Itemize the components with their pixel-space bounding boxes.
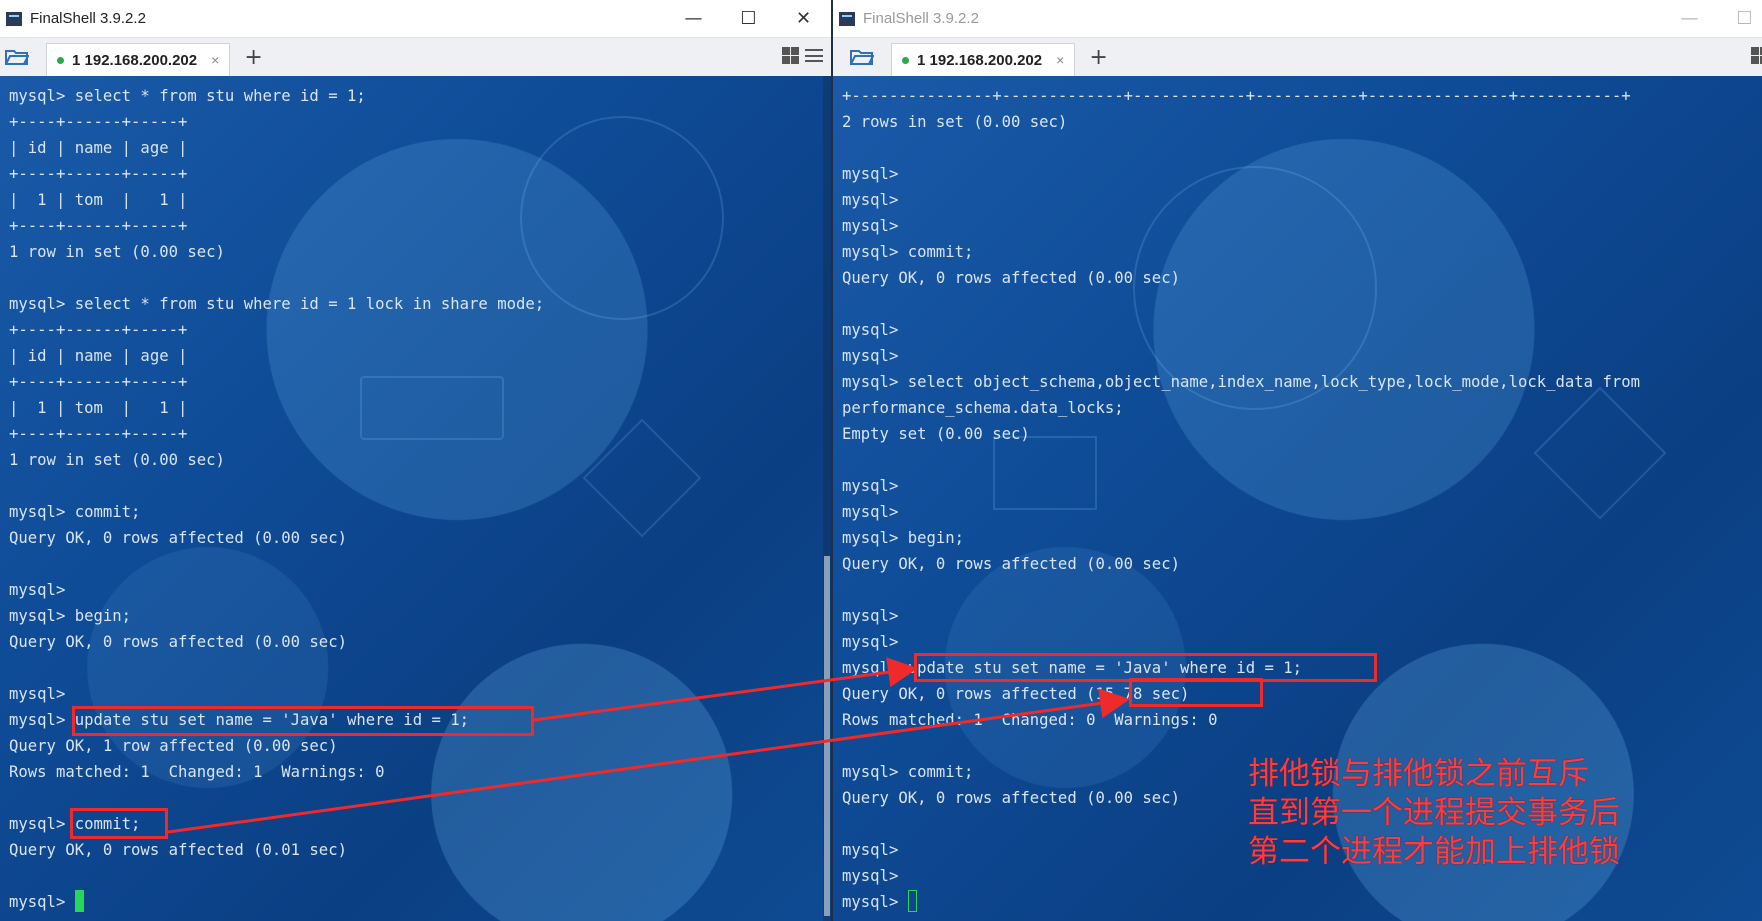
annotation-note: 排他锁与排他锁之前互斥 直到第一个进程提交事务后 第二个进程才能加上排他锁	[1248, 755, 1620, 872]
terminal-line: mysql> commit;	[842, 763, 974, 781]
terminal-line: mysql>	[842, 893, 908, 911]
terminal-cursor	[907, 890, 917, 912]
grid-view-icon[interactable]	[1751, 47, 1762, 64]
terminal-line: mysql> select * from stu where id = 1 lo…	[9, 295, 545, 313]
terminal-line: mysql> commit;	[9, 503, 141, 521]
terminal-line: mysql> select object_schema,object_name,…	[842, 373, 1640, 391]
terminal-line: mysql>	[9, 685, 66, 703]
left-scrollbar-thumb[interactable]	[824, 556, 830, 916]
terminal-line: mysql>	[842, 867, 899, 885]
maximize-button[interactable]: ☐	[1717, 0, 1762, 37]
terminal-line: +----+------+-----+	[9, 165, 188, 183]
terminal-line: Query OK, 0 rows affected (0.00 sec)	[9, 633, 347, 651]
grid-view-icon[interactable]	[782, 47, 799, 64]
folder-icon[interactable]	[845, 38, 879, 76]
add-tab-button[interactable]: +	[1089, 45, 1107, 70]
left-update-highlight	[72, 706, 534, 736]
terminal-line: mysql>	[842, 841, 899, 859]
terminal-line: mysql>	[842, 347, 899, 365]
close-button[interactable]: ✕	[776, 0, 831, 37]
add-tab-button[interactable]: +	[244, 45, 262, 70]
terminal-line: performance_schema.data_locks;	[842, 399, 1124, 417]
finalshell-app-icon	[6, 11, 22, 26]
right-titlebar[interactable]: FinalShell 3.9.2.2 — ☐	[833, 0, 1762, 38]
terminal-line: Query OK, 0 rows affected (0.00 sec)	[842, 789, 1180, 807]
terminal-line: 1 row in set (0.00 sec)	[9, 451, 225, 469]
terminal-line: | id | name | age |	[9, 139, 188, 157]
right-tab-bar: 1 192.168.200.202 × +	[833, 38, 1762, 77]
terminal-line: mysql> select * from stu where id = 1;	[9, 87, 366, 105]
terminal-line: mysql>	[9, 893, 75, 911]
terminal-line: mysql>	[842, 477, 899, 495]
terminal-line: Query OK, 0 rows affected (0.00 sec)	[9, 529, 347, 547]
annotation-line-2: 直到第一个进程提交事务后	[1248, 795, 1620, 831]
connected-status-dot	[57, 56, 64, 64]
left-window-title: FinalShell 3.9.2.2	[30, 10, 146, 27]
terminal-line: +----+------+-----+	[9, 321, 188, 339]
session-tab-label: 1 192.168.200.202	[917, 51, 1043, 69]
terminal-line: mysql>	[842, 217, 899, 235]
terminal-line: +----+------+-----+	[9, 217, 188, 235]
session-tab[interactable]: 1 192.168.200.202 ×	[891, 42, 1076, 77]
left-terminal-output: mysql> select * from stu where id = 1; +…	[9, 83, 544, 915]
left-terminal-scrollbar[interactable]	[823, 76, 831, 921]
terminal-line: 2 rows in set (0.00 sec)	[842, 113, 1068, 131]
tab-close-icon[interactable]: ×	[1056, 52, 1064, 68]
terminal-line: mysql>	[842, 191, 899, 209]
minimize-button[interactable]: —	[1662, 0, 1717, 37]
terminal-line: | 1 | tom | 1 |	[9, 191, 188, 209]
terminal-line: | 1 | tom | 1 |	[9, 399, 188, 417]
terminal-line: Rows matched: 1 Changed: 0 Warnings: 0	[842, 711, 1218, 729]
annotation-line-1: 排他锁与排他锁之前互斥	[1248, 756, 1589, 792]
left-tab-bar: 1 192.168.200.202 × +	[0, 38, 831, 77]
terminal-line: Query OK, 0 rows affected (0.00 sec)	[842, 555, 1180, 573]
folder-icon[interactable]	[0, 38, 34, 76]
terminal-line: mysql>	[9, 581, 66, 599]
left-commit-highlight	[70, 808, 168, 839]
minimize-button[interactable]: —	[666, 0, 721, 37]
right-window-title: FinalShell 3.9.2.2	[863, 10, 979, 27]
session-tab-label: 1 192.168.200.202	[72, 51, 198, 69]
terminal-line: +---------------+-------------+---------…	[842, 87, 1631, 105]
terminal-line: | id | name | age |	[9, 347, 188, 365]
terminal-cursor	[74, 890, 84, 912]
terminal-line: +----+------+-----+	[9, 373, 188, 391]
terminal-line: +----+------+-----+	[9, 113, 188, 131]
terminal-line: Query OK, 0 rows affected (0.01 sec)	[9, 841, 347, 859]
terminal-line: mysql>	[842, 607, 899, 625]
terminal-line: Empty set (0.00 sec)	[842, 425, 1030, 443]
finalshell-app-icon	[839, 11, 855, 26]
terminal-line: Query OK, 0 rows affected (0.00 sec)	[842, 269, 1180, 287]
terminal-line: mysql>	[842, 633, 899, 651]
terminal-line: mysql> begin;	[9, 607, 132, 625]
menu-icon[interactable]	[805, 47, 823, 64]
terminal-line: Rows matched: 1 Changed: 1 Warnings: 0	[9, 763, 385, 781]
maximize-button[interactable]: ☐	[721, 0, 776, 37]
right-duration-highlight	[1129, 678, 1263, 707]
terminal-line: mysql>	[842, 503, 899, 521]
session-tab[interactable]: 1 192.168.200.202 ×	[46, 42, 231, 77]
tab-close-icon[interactable]: ×	[211, 52, 219, 68]
terminal-line: 1 row in set (0.00 sec)	[9, 243, 225, 261]
connected-status-dot	[902, 56, 909, 64]
terminal-line: mysql>	[842, 321, 899, 339]
terminal-line: Query OK, 1 row affected (0.00 sec)	[9, 737, 338, 755]
left-titlebar[interactable]: FinalShell 3.9.2.2 — ☐ ✕	[0, 0, 831, 38]
terminal-line: +----+------+-----+	[9, 425, 188, 443]
terminal-line: mysql> commit;	[842, 243, 974, 261]
annotation-line-3: 第二个进程才能加上排他锁	[1248, 834, 1620, 870]
left-finalshell-window: FinalShell 3.9.2.2 — ☐ ✕ 1 192.168.200.2…	[0, 0, 833, 921]
left-terminal[interactable]: mysql> select * from stu where id = 1; +…	[0, 76, 831, 921]
terminal-line: mysql> begin;	[842, 529, 965, 547]
terminal-line: mysql>	[842, 165, 899, 183]
